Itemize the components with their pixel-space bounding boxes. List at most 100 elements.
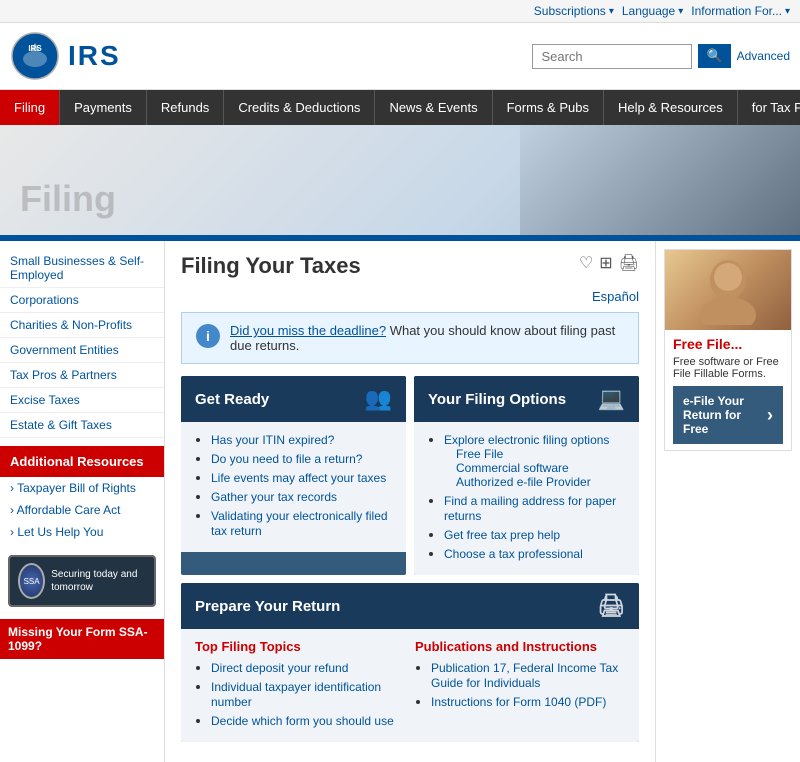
validating-link[interactable]: Validating your electronically filed tax…	[211, 509, 388, 538]
get-ready-card: Get Ready 👥 Has your ITIN expired? Do yo…	[181, 376, 406, 575]
people-icon: 👥	[365, 386, 392, 412]
advanced-link[interactable]: Advanced	[737, 49, 790, 63]
nav-credits-deductions[interactable]: Credits & Deductions	[224, 90, 375, 125]
nav-refunds[interactable]: Refunds	[147, 90, 224, 125]
share-icon[interactable]: ⊞	[599, 253, 612, 273]
info-box: i Did you miss the deadline? What you sh…	[181, 312, 639, 364]
get-ready-body: Has your ITIN expired? Do you need to fi…	[181, 422, 406, 552]
list-item: Get free tax prep help	[444, 527, 625, 542]
free-prep-link[interactable]: Get free tax prep help	[444, 528, 560, 542]
sidebar-govt-entities[interactable]: Government Entities	[0, 338, 164, 363]
sidebar-charities[interactable]: Charities & Non-Profits	[0, 313, 164, 338]
nav-for-tax-pros[interactable]: for Tax Pros	[738, 90, 800, 125]
hero-banner: Filing	[0, 125, 800, 235]
publications-list: Publication 17, Federal Income Tax Guide…	[415, 660, 625, 709]
nav-news-events[interactable]: News & Events	[375, 90, 492, 125]
filing-options-list: Explore electronic filing options Free F…	[428, 432, 625, 561]
list-item: Do you need to file a return?	[211, 451, 392, 466]
filing-options-card: Your Filing Options 💻 Explore electronic…	[414, 376, 639, 575]
nav-help-resources[interactable]: Help & Resources	[604, 90, 738, 125]
nav-payments[interactable]: Payments	[60, 90, 147, 125]
sidebar: Small Businesses & Self-Employed Corpora…	[0, 241, 165, 762]
sidebar-taxpayer-rights[interactable]: Taxpayer Bill of Rights	[0, 477, 164, 499]
missing-form-banner[interactable]: Missing Your Form SSA-1099?	[0, 619, 164, 659]
free-file-link[interactable]: Free File	[456, 447, 625, 461]
pub17-link[interactable]: Publication 17, Federal Income Tax Guide…	[431, 661, 618, 690]
choose-professional-link[interactable]: Choose a tax professional	[444, 547, 583, 561]
subscriptions-menu[interactable]: Subscriptions	[534, 4, 614, 18]
additional-resources-header: Additional Resources	[0, 446, 164, 477]
bookmark-icon[interactable]: ♡	[579, 253, 593, 273]
hero-image	[520, 125, 800, 235]
sidebar-estate-taxes[interactable]: Estate & Gift Taxes	[0, 413, 164, 438]
list-item: Publication 17, Federal Income Tax Guide…	[431, 660, 625, 690]
nav-forms-pubs[interactable]: Forms & Pubs	[493, 90, 604, 125]
print-icon[interactable]: 🖨	[619, 253, 639, 273]
top-filing-title: Top Filing Topics	[195, 639, 405, 654]
header-actions: ♡ ⊞ 🖨	[579, 253, 639, 273]
content-header: Filing Your Taxes ♡ ⊞ 🖨	[181, 253, 639, 279]
explore-efile-link[interactable]: Explore electronic filing options	[444, 433, 609, 447]
top-bar: Subscriptions Language Information For..…	[0, 0, 800, 23]
itin-expired-link[interactable]: Has your ITIN expired?	[211, 433, 334, 447]
deadline-link[interactable]: Did you miss the deadline?	[230, 323, 386, 338]
prepare-return-title: Prepare Your Return	[195, 598, 340, 615]
page-title: Filing Your Taxes	[181, 253, 361, 279]
filing-options-title: Your Filing Options	[428, 391, 566, 408]
info-text: Did you miss the deadline? What you shou…	[230, 323, 624, 353]
list-item: Has your ITIN expired?	[211, 432, 392, 447]
information-for-menu[interactable]: Information For...	[691, 4, 790, 18]
search-input[interactable]	[532, 44, 692, 69]
person-image	[688, 255, 768, 325]
commercial-software-link[interactable]: Commercial software	[456, 461, 625, 475]
info-icon: i	[196, 324, 220, 348]
efile-button[interactable]: e-File Your Return for Free	[673, 386, 783, 444]
list-item: Individual taxpayer identification numbe…	[211, 679, 405, 709]
list-item: Life events may affect your taxes	[211, 470, 392, 485]
hero-title: Filing	[20, 178, 116, 220]
mailing-address-link[interactable]: Find a mailing address for paper returns	[444, 494, 616, 523]
authorized-efile-link[interactable]: Authorized e-file Provider	[456, 475, 625, 489]
header: IRS IRS 🔍 Advanced	[0, 23, 800, 90]
sidebar-affordable-care[interactable]: Affordable Care Act	[0, 499, 164, 521]
badge-text: Securing today and tomorrow	[51, 568, 146, 594]
sidebar-excise-taxes[interactable]: Excise Taxes	[0, 388, 164, 413]
direct-deposit-link[interactable]: Direct deposit your refund	[211, 661, 348, 675]
main-layout: Small Businesses & Self-Employed Corpora…	[0, 241, 800, 762]
cards-row: Get Ready 👥 Has your ITIN expired? Do yo…	[181, 376, 639, 575]
sidebar-corporations[interactable]: Corporations	[0, 288, 164, 313]
nav-filing[interactable]: Filing	[0, 90, 60, 125]
prepare-return-body: Top Filing Topics Direct deposit your re…	[181, 629, 639, 742]
prepare-return-card: Prepare Your Return 🖨 Top Filing Topics …	[181, 583, 639, 742]
which-form-link[interactable]: Decide which form you should use	[211, 714, 394, 728]
main-nav: Filing Payments Refunds Credits & Deduct…	[0, 90, 800, 125]
gather-records-link[interactable]: Gather your tax records	[211, 490, 337, 504]
sidebar-tax-pros[interactable]: Tax Pros & Partners	[0, 363, 164, 388]
prepare-return-header: Prepare Your Return 🖨	[181, 583, 639, 629]
list-item: Explore electronic filing options Free F…	[444, 432, 625, 489]
list-item: Validating your electronically filed tax…	[211, 508, 392, 538]
top-filing-col: Top Filing Topics Direct deposit your re…	[195, 639, 405, 732]
filing-options-header: Your Filing Options 💻	[414, 376, 639, 422]
life-events-link[interactable]: Life events may affect your taxes	[211, 471, 386, 485]
free-file-body: Free File... Free software or Free File …	[665, 330, 791, 450]
list-item: Find a mailing address for paper returns	[444, 493, 625, 523]
get-ready-list: Has your ITIN expired? Do you need to fi…	[195, 432, 392, 538]
itin-link[interactable]: Individual taxpayer identification numbe…	[211, 680, 381, 709]
irs-eagle-logo: IRS	[10, 31, 60, 81]
form1040-link[interactable]: Instructions for Form 1040 (PDF)	[431, 695, 606, 709]
list-item: Gather your tax records	[211, 489, 392, 504]
sidebar-badge-header: SSA Securing today and tomorrow	[10, 557, 154, 605]
list-item: Direct deposit your refund	[211, 660, 405, 675]
espanol-link[interactable]: Español	[181, 289, 639, 304]
sidebar-let-us-help[interactable]: Let Us Help You	[0, 521, 164, 543]
need-file-link[interactable]: Do you need to file a return?	[211, 452, 362, 466]
top-filing-list: Direct deposit your refund Individual ta…	[195, 660, 405, 728]
sidebar-small-business[interactable]: Small Businesses & Self-Employed	[0, 249, 164, 288]
free-file-box: Free File... Free software or Free File …	[664, 249, 792, 451]
irs-logo-text: IRS	[68, 40, 121, 72]
free-file-text: Free software or Free File Fillable Form…	[673, 356, 783, 380]
filing-options-body: Explore electronic filing options Free F…	[414, 422, 639, 575]
search-button[interactable]: 🔍	[698, 44, 730, 68]
language-menu[interactable]: Language	[622, 4, 683, 18]
